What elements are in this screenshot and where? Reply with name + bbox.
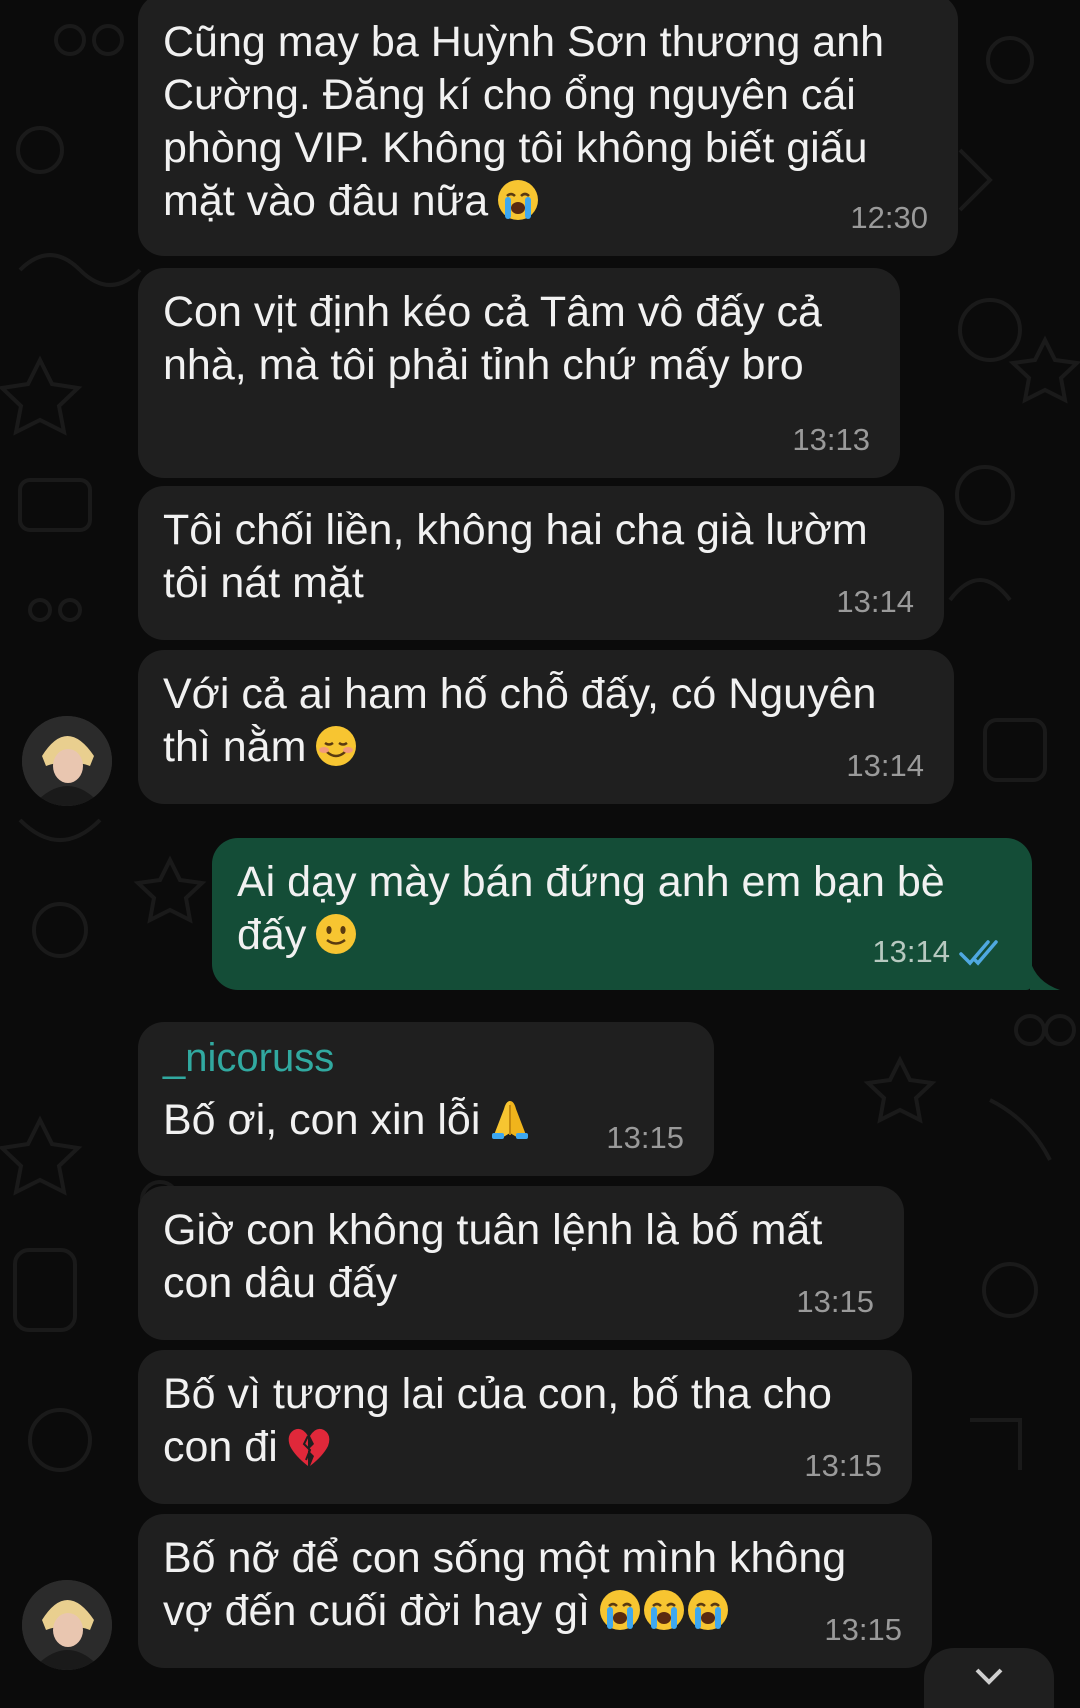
avatar[interactable] xyxy=(22,1580,112,1670)
chevron-down-icon xyxy=(975,1668,1003,1685)
message-timestamp: 13:14 xyxy=(872,934,950,969)
sender-name[interactable]: _nicoruss xyxy=(163,1034,334,1082)
message-timestamp: 13:15 xyxy=(824,1612,902,1647)
message-bubble-incoming[interactable]: Con vịt định kéo cả Tâm vô đấy cả nhà, m… xyxy=(138,268,900,478)
broken-heart-icon xyxy=(288,1428,330,1466)
chat-view[interactable]: Cũng may ba Huỳnh Sơn thương anh Cường. … xyxy=(0,0,1080,1708)
message-text: Bố ơi, con xin lỗi xyxy=(163,1094,532,1147)
loudly-crying-face-icon xyxy=(498,180,539,220)
message-text: Con vịt định kéo cả Tâm vô đấy cả nhà, m… xyxy=(163,288,822,389)
message-bubble-incoming[interactable]: Bố nỡ để con sống một mình không vợ đến … xyxy=(138,1514,932,1668)
loudly-crying-face-icon xyxy=(643,1590,684,1630)
message-text: Với cả ai ham hố chỗ đấy, có Nguyên thì … xyxy=(163,670,877,771)
message-bubble-incoming[interactable]: _nicoruss Bố ơi, con xin lỗi 13:15 xyxy=(138,1022,714,1176)
message-text: Cũng may ba Huỳnh Sơn thương anh Cường. … xyxy=(163,18,885,225)
profile-photo-icon xyxy=(22,1580,112,1670)
message-bubble-incoming[interactable]: Cũng may ba Huỳnh Sơn thương anh Cường. … xyxy=(138,0,958,256)
message-timestamp: 13:15 xyxy=(796,1284,874,1319)
double-check-icon xyxy=(959,940,998,966)
folded-hands-icon xyxy=(492,1101,529,1139)
message-text: Bố vì tương lai của con, bố tha cho con … xyxy=(163,1370,832,1471)
message-bubble-incoming[interactable]: Với cả ai ham hố chỗ đấy, có Nguyên thì … xyxy=(138,650,954,804)
slightly-smiling-face-icon xyxy=(316,914,357,954)
message-timestamp: 13:15 xyxy=(804,1448,882,1483)
message-timestamp: 12:30 xyxy=(850,200,928,235)
message-text: Ai dạy mày bán đứng anh em bạn bè đấy xyxy=(237,858,945,959)
loudly-crying-face-icon xyxy=(599,1590,640,1630)
message-timestamp: 13:14 xyxy=(846,748,924,783)
message-bubble-outgoing[interactable]: Ai dạy mày bán đứng anh em bạn bè đấy 13… xyxy=(212,838,1032,990)
scroll-to-bottom-button[interactable] xyxy=(924,1648,1054,1708)
message-text: Bố nỡ để con sống một mình không vợ đến … xyxy=(163,1534,847,1635)
bubble-tail xyxy=(1030,960,1060,990)
avatar[interactable] xyxy=(22,716,112,806)
message-timestamp: 13:15 xyxy=(606,1120,684,1155)
message-bubble-incoming[interactable]: Tôi chối liền, không hai cha già lườm tô… xyxy=(138,486,944,640)
message-timestamp: 13:14 xyxy=(836,584,914,619)
profile-photo-icon xyxy=(22,716,112,806)
loudly-crying-face-icon xyxy=(687,1590,728,1630)
smiling-face-icon xyxy=(316,726,357,766)
message-timestamp: 13:13 xyxy=(792,422,870,457)
message-bubble-incoming[interactable]: Bố vì tương lai của con, bố tha cho con … xyxy=(138,1350,912,1504)
message-text: Tôi chối liền, không hai cha già lườm tô… xyxy=(163,506,868,607)
message-bubble-incoming[interactable]: Giờ con không tuân lệnh là bố mất con dâ… xyxy=(138,1186,904,1340)
message-text: Giờ con không tuân lệnh là bố mất con dâ… xyxy=(163,1206,823,1307)
